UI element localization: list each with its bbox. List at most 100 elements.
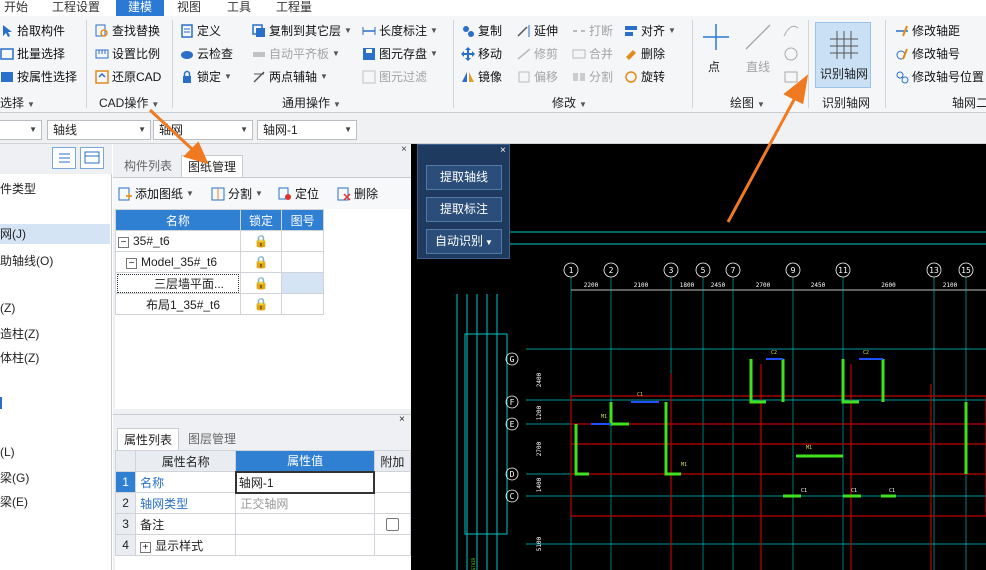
group-draw[interactable]: 绘图 ▼ [730,94,765,111]
modify-number-pos-button[interactable]: 修改轴号位置 [895,68,984,86]
split-button[interactable]: 分割 [572,68,613,86]
modify-number-button[interactable]: 修改轴号 [895,45,960,63]
table-row[interactable]: − Model_35#_t6 🔒 [115,251,324,273]
category-dropdown[interactable]: 轴线 ▼ [47,120,151,140]
axis-number-bubble: 7 [725,262,741,570]
tab-layer-management[interactable]: 图层管理 [181,428,243,450]
lock-icon[interactable]: 🔒 [254,255,269,269]
prop-value-input[interactable]: 轴网-1 [234,470,376,494]
identify-axis-button[interactable]: 识别轴网 [815,22,871,88]
table-row[interactable]: 布局1_35#_t6 🔒 [115,293,324,315]
mirror-button[interactable]: 镜像 [461,68,502,86]
divider [808,20,809,108]
copy-to-layer-button[interactable]: 复制到其它层 ▼ [252,22,352,40]
set-scale-button[interactable]: 设置比例 [95,45,160,63]
point-button[interactable]: 点 [708,58,720,75]
extend-button[interactable]: 延伸 [517,22,558,40]
add-drawing-button[interactable]: 添加图纸 ▼ [118,185,194,203]
close-icon[interactable]: × [399,414,405,425]
axis-number-bubble: 9 [785,262,801,570]
menu-view[interactable]: 视图 [172,0,206,16]
locate-button[interactable]: 定位 [278,185,319,203]
auto-identify-button[interactable]: 自动识别 ▼ [426,229,502,254]
batch-select-button[interactable]: 批量选择 [0,45,65,63]
select-by-attr-button[interactable]: 按属性选择 [0,68,77,86]
menu-project-settings[interactable]: 工程设置 [48,0,104,16]
group-cad-ops[interactable]: CAD操作 ▼ [99,94,159,111]
group-select[interactable]: 选择 ▼ [0,94,35,111]
line-icon[interactable] [742,22,774,52]
table-row[interactable]: −35#_t6 🔒 [115,230,324,252]
element-save-button[interactable]: 图元存盘 ▼ [362,45,438,63]
break-button[interactable]: 打断 [572,22,613,40]
extract-dim-button[interactable]: 提取标注 [426,197,502,222]
move-button[interactable]: 移动 [461,45,502,63]
prop-value-input[interactable] [235,513,375,535]
tree-item-aux-axis[interactable]: 助轴线(O) [0,252,53,269]
table-row[interactable]: 1 名称 轴网-1 [114,470,412,494]
menu-modeling[interactable]: 建模 [116,0,164,16]
rotate-button[interactable]: 旋转 [624,68,665,86]
tree-item-axisgrid[interactable]: 网(J) [0,224,110,244]
lock-button[interactable]: 锁定 ▼ [180,68,232,86]
close-icon[interactable]: × [500,145,506,156]
element-dropdown[interactable]: 轴网-1 ▼ [257,120,357,140]
group-modify[interactable]: 修改 ▼ [552,94,587,111]
row-label-bubble: F [505,395,519,409]
auto-flat-slab-button[interactable]: 自动平齐板 ▼ [252,45,340,63]
list-view-icon[interactable] [52,147,76,169]
prop-name: 轴网类型 [135,492,237,514]
line-button[interactable]: 直线 [746,58,770,75]
tab-drawing-management[interactable]: 图纸管理 [181,155,243,177]
tab-property-list[interactable]: 属性列表 [117,428,179,450]
length-dim-button[interactable]: 长度标注 ▼ [362,22,438,40]
menu-start[interactable]: 开始 [0,0,32,16]
tree-item-masonry-column[interactable]: 体柱(Z) [0,349,39,366]
trim-button[interactable]: 修剪 [517,45,558,63]
lock-icon[interactable]: 🔒 [254,297,269,311]
lock-icon[interactable]: 🔒 [254,276,269,290]
point-icon[interactable] [700,22,732,52]
menu-tools[interactable]: 工具 [222,0,256,16]
table-row-selected[interactable]: 三层墙平面... 🔒 [115,272,324,294]
restore-cad-button[interactable]: 还原CAD [95,68,161,86]
element-filter-button[interactable]: 图元过滤 [362,68,427,86]
define-button[interactable]: 定义 [180,22,221,40]
svg-text:7: 7 [731,266,736,275]
delete-drawing-button[interactable]: 删除 [337,185,378,203]
close-icon[interactable]: × [401,144,407,155]
offset-button[interactable]: 偏移 [517,68,558,86]
checkbox[interactable] [385,518,399,532]
menu-quantity[interactable]: 工程量 [270,0,318,16]
floor-dropdown[interactable]: ▼ [0,120,42,140]
find-replace-button[interactable]: 查找替换 [95,22,160,40]
table-row[interactable]: 3 备注 [114,513,412,535]
svg-text:3: 3 [669,266,674,275]
collapse-toggle[interactable]: − [126,258,137,269]
delete-button[interactable]: 删除 [624,45,665,63]
align-button[interactable]: 对齐 ▼ [624,22,676,40]
table-row[interactable]: 4 + 显示样式 [114,534,412,556]
type-dropdown[interactable]: 轴网 ▼ [153,120,253,140]
copy-button[interactable]: 复制 [461,22,502,40]
tab-component-list[interactable]: 构件列表 [117,155,179,177]
two-point-axis-button[interactable]: 两点辅轴 ▼ [252,68,328,86]
detail-view-icon[interactable] [80,147,104,169]
tree-item-beam[interactable]: (L) [0,445,15,459]
cloud-check-button[interactable]: 云检查 [180,45,233,63]
tree-item-column[interactable]: (Z) [0,301,15,315]
expand-toggle[interactable]: + [140,541,152,553]
pick-element-button[interactable]: 拾取构件 [0,22,65,40]
tree-item-ring-beam[interactable]: 梁(G) [0,469,29,486]
modify-spacing-button[interactable]: 修改轴距 [895,22,960,40]
split-drawing-button[interactable]: 分割 ▼ [211,185,263,203]
group-common-ops[interactable]: 通用操作 ▼ [282,94,341,111]
tree-item-constructional-column[interactable]: 造柱(Z) [0,325,39,342]
merge-button[interactable]: 合并 [572,45,613,63]
table-row[interactable]: 2 轴网类型 正交轴网 [114,492,412,514]
lock-icon[interactable]: 🔒 [254,234,269,248]
tree-item-type[interactable]: 件类型 [0,180,36,197]
collapse-toggle[interactable]: − [118,237,129,248]
tree-item-lintel[interactable]: 梁(E) [0,493,28,510]
extract-axis-button[interactable]: 提取轴线 [426,165,502,190]
